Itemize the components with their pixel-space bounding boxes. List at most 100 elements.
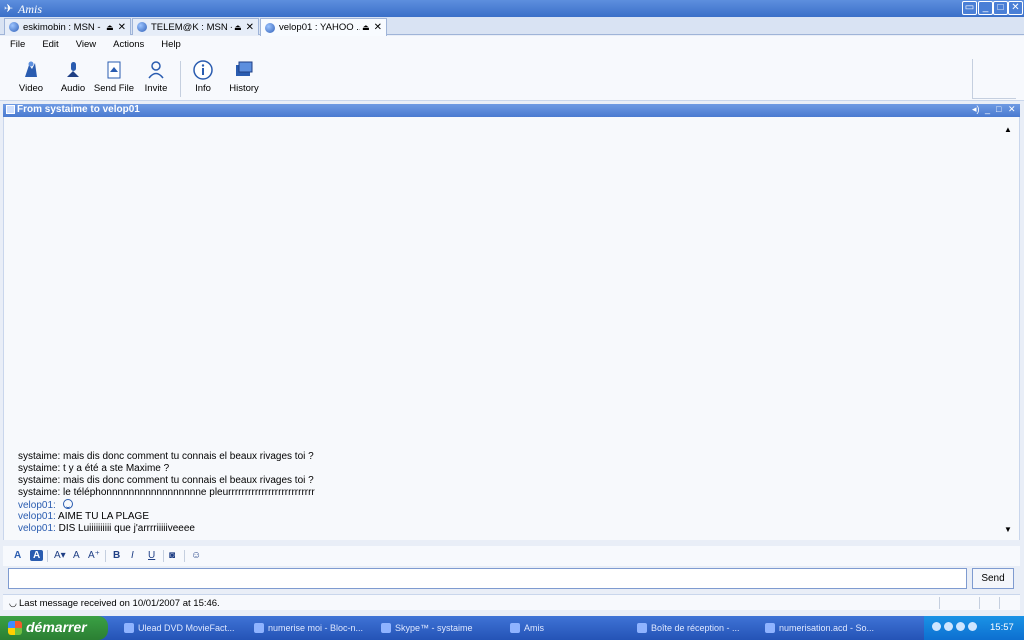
menu-file[interactable]: File	[0, 36, 32, 53]
message-text: DIS Luiiiiiiiiii que j'arrrriiiiiveeee	[58, 523, 195, 534]
tab-label: velop01 : YAHOO ...	[279, 22, 361, 33]
history-button[interactable]: History	[223, 59, 265, 94]
menu-bar: File Edit View Actions Help	[0, 36, 1024, 53]
minimize-button[interactable]: _	[978, 1, 993, 15]
start-label: démarrer	[26, 619, 87, 635]
audio-icon	[67, 62, 79, 77]
scroll-up-arrow-icon[interactable]: ▲	[1004, 125, 1012, 134]
toolbar-right-panel	[972, 59, 1016, 99]
message-list: systaime: mais dis donc comment tu conna…	[18, 451, 978, 535]
task-amis[interactable]: Amis	[510, 619, 544, 637]
message-sender: velop01:	[18, 523, 56, 534]
tab-label: eskimobin : MSN - ...	[23, 21, 105, 33]
font-size-button[interactable]: A▾	[54, 550, 66, 561]
menu-actions[interactable]: Actions	[103, 36, 151, 53]
format-toolbar: A A A▾ A A⁺ B I U ◙ ☺	[3, 546, 1020, 566]
minimize-conversation-button[interactable]: _	[985, 104, 990, 114]
close-tab-icon[interactable]: ✕	[118, 22, 126, 33]
info-icon	[193, 60, 213, 80]
message-sender: velop01:	[18, 511, 56, 522]
speaker-icon[interactable]: ◂)	[972, 104, 980, 115]
menu-view[interactable]: View	[66, 36, 103, 53]
message-row: velop01: AIME TU LA PLAGE	[18, 511, 978, 523]
font-color-button[interactable]: A	[14, 550, 21, 561]
tray-icon[interactable]	[956, 622, 965, 631]
task-skype[interactable]: Skype™ - systaime	[381, 619, 473, 637]
message-row: systaime: t y a été a ste Maxime ?	[18, 463, 978, 475]
chat-history[interactable]: ▲ systaime: mais dis donc comment tu con…	[3, 117, 1020, 540]
send-file-icon	[107, 61, 121, 79]
restore-down-icon[interactable]: ▭	[962, 1, 977, 15]
task-notepad[interactable]: numerise moi - Bloc-n...	[254, 619, 363, 637]
send-file-label: Send File	[93, 83, 135, 94]
start-button[interactable]: démarrer	[0, 616, 108, 640]
message-text: mais dis donc comment tu connais el beau…	[63, 451, 314, 462]
app-icon	[637, 623, 647, 633]
emoticon-icon[interactable]: ☺	[191, 550, 201, 561]
underline-button[interactable]: U	[148, 550, 155, 561]
message-text: mais dis donc comment tu connais el beau…	[63, 475, 314, 486]
status-separator	[979, 597, 980, 609]
send-file-button[interactable]: Send File	[93, 59, 135, 94]
task-ulead[interactable]: Ulead DVD MovieFact...	[124, 619, 235, 637]
audio-button[interactable]: Audio	[52, 59, 94, 94]
tab-velop01[interactable]: velop01 : YAHOO ... ⏏ ✕	[260, 18, 387, 36]
message-input[interactable]	[8, 568, 967, 589]
app-icon: ✈	[4, 3, 14, 15]
tray-icon[interactable]	[932, 622, 941, 631]
invite-button[interactable]: Invite	[135, 59, 177, 94]
eject-icon[interactable]: ⏏	[106, 23, 114, 32]
history-icon	[236, 61, 253, 76]
maximize-button[interactable]: □	[993, 1, 1008, 15]
message-sender: systaime:	[18, 451, 61, 462]
info-button[interactable]: Info	[182, 59, 224, 94]
app-icon	[124, 623, 134, 633]
task-label: Skype™ - systaime	[395, 623, 473, 633]
invite-label: Invite	[144, 83, 168, 94]
task-label: numerisation.acd - So...	[779, 623, 875, 633]
conversation-header: From systaime to velop01 ◂) _ □ ✕	[3, 104, 1020, 117]
app-icon	[381, 623, 391, 633]
close-tab-icon[interactable]: ✕	[374, 22, 382, 33]
background-color-button[interactable]: A	[30, 550, 44, 561]
format-separator	[163, 550, 164, 562]
close-window-button[interactable]: ✕	[1008, 1, 1023, 15]
info-label: Info	[195, 83, 211, 94]
nudge-icon[interactable]: ◙	[169, 550, 175, 561]
message-sender: systaime:	[18, 487, 61, 498]
close-conversation-button[interactable]: ✕	[1008, 104, 1016, 115]
tab-eskimobin[interactable]: eskimobin : MSN - ... ⏏ ✕	[4, 18, 131, 35]
message-text: t y a été a ste Maxime ?	[63, 463, 170, 474]
message-sender: velop01:	[18, 500, 56, 511]
task-label: Amis	[524, 623, 544, 633]
message-row: velop01: DIS Luiiiiiiiiii que j'arrrriii…	[18, 523, 978, 535]
tray-icon[interactable]	[944, 622, 953, 631]
app-icon	[765, 623, 775, 633]
scroll-down-arrow-icon[interactable]: ▼	[1004, 525, 1012, 534]
status-bar: ◡ Last message received on 10/01/2007 at…	[3, 594, 1020, 610]
tab-telemak[interactable]: TELEM@K : MSN - ... ⏏ ✕	[132, 18, 259, 35]
bold-button[interactable]: B	[113, 550, 120, 561]
audio-label: Audio	[60, 83, 86, 94]
volume-icon[interactable]	[968, 622, 977, 631]
message-sender: systaime:	[18, 463, 61, 474]
app-icon	[254, 623, 264, 633]
menu-edit[interactable]: Edit	[32, 36, 65, 53]
toolbar: Video Audio Send File Invite Info Histor…	[0, 53, 1024, 101]
shrink-font-button[interactable]: A	[73, 550, 80, 561]
send-button[interactable]: Send	[972, 568, 1014, 589]
toolbar-separator	[180, 61, 181, 97]
grow-font-button[interactable]: A⁺	[88, 550, 100, 561]
eject-icon[interactable]: ⏏	[234, 23, 242, 32]
eject-icon[interactable]: ⏏	[362, 23, 370, 32]
maximize-conversation-button[interactable]: □	[996, 104, 1001, 114]
video-button[interactable]: Video	[10, 59, 52, 94]
format-separator	[47, 550, 48, 562]
close-tab-icon[interactable]: ✕	[246, 22, 254, 33]
globe-icon	[137, 22, 147, 32]
task-acd[interactable]: numerisation.acd - So...	[765, 619, 874, 637]
task-inbox[interactable]: Boîte de réception - ...	[637, 619, 740, 637]
menu-help[interactable]: Help	[151, 36, 188, 53]
italic-button[interactable]: I	[131, 550, 134, 561]
format-separator	[105, 550, 106, 562]
